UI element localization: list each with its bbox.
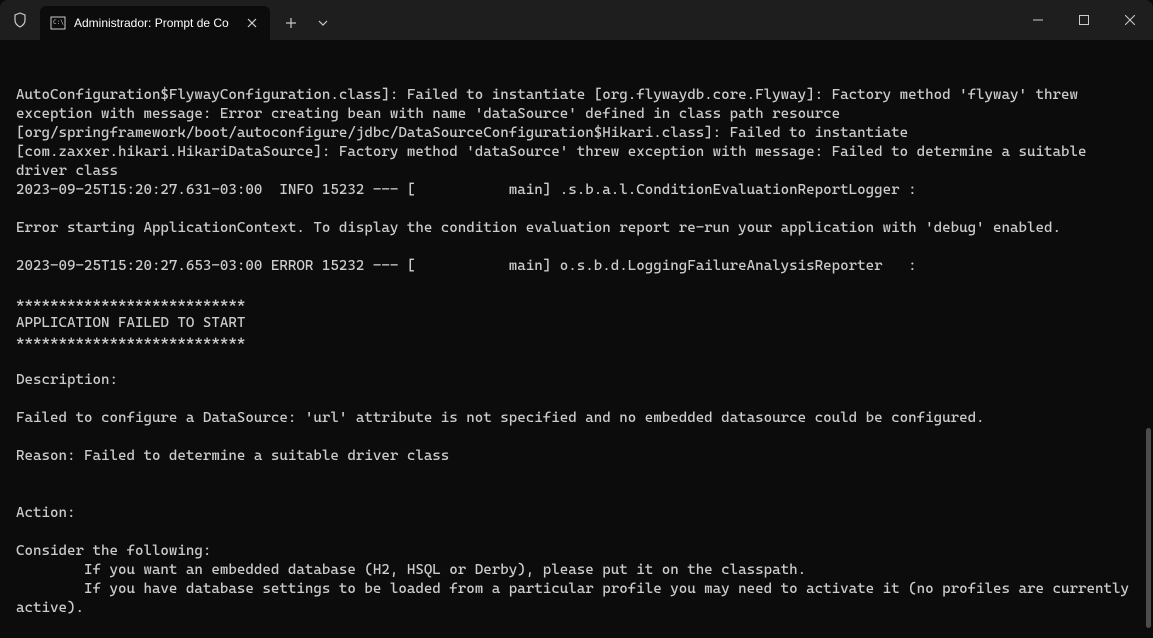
terminal-line: Action: — [16, 504, 1137, 523]
close-button[interactable] — [1107, 0, 1153, 40]
terminal-line — [16, 352, 1137, 371]
titlebar: C:\ Administrador: Prompt de Co — [0, 0, 1153, 40]
window-controls — [1015, 0, 1153, 40]
shield-icon — [0, 0, 40, 40]
terminal-line — [16, 200, 1137, 219]
terminal-line: Failed to configure a DataSource: 'url' … — [16, 409, 1137, 428]
terminal-line — [16, 523, 1137, 542]
terminal-line: *************************** — [16, 333, 1137, 352]
tab-title: Administrador: Prompt de Co — [74, 16, 236, 30]
terminal-line: *************************** — [16, 295, 1137, 314]
terminal-line — [16, 238, 1137, 257]
terminal-line — [16, 466, 1137, 485]
terminal-line — [16, 428, 1137, 447]
terminal-line — [16, 390, 1137, 409]
new-tab-button[interactable] — [274, 6, 308, 40]
terminal-line: Description: — [16, 371, 1137, 390]
terminal-line: Consider the following: — [16, 542, 1137, 561]
cmd-icon: C:\ — [50, 15, 66, 31]
minimize-button[interactable] — [1015, 0, 1061, 40]
terminal-line: Error starting ApplicationContext. To di… — [16, 219, 1137, 238]
terminal-line: Reason: Failed to determine a suitable d… — [16, 447, 1137, 466]
terminal-line — [16, 485, 1137, 504]
scrollbar-thumb[interactable] — [1146, 428, 1151, 628]
terminal-line: 2023-09-25T15:20:27.631-03:00 INFO 15232… — [16, 181, 1137, 200]
terminal-line: If you want an embedded database (H2, HS… — [16, 561, 1137, 580]
terminal-line: 2023-09-25T15:20:27.653-03:00 ERROR 1523… — [16, 257, 1137, 276]
terminal-line — [16, 618, 1137, 637]
terminal-output[interactable]: AutoConfiguration$FlywayConfiguration.cl… — [0, 40, 1153, 638]
tab-close-button[interactable] — [244, 15, 260, 31]
terminal-tab[interactable]: C:\ Administrador: Prompt de Co — [40, 6, 270, 40]
maximize-button[interactable] — [1061, 0, 1107, 40]
terminal-line — [16, 276, 1137, 295]
tab-dropdown-button[interactable] — [308, 6, 338, 40]
terminal-line: If you have database settings to be load… — [16, 580, 1137, 618]
terminal-line: AutoConfiguration$FlywayConfiguration.cl… — [16, 86, 1137, 181]
svg-text:C:\: C:\ — [53, 19, 64, 26]
terminal-line: APPLICATION FAILED TO START — [16, 314, 1137, 333]
